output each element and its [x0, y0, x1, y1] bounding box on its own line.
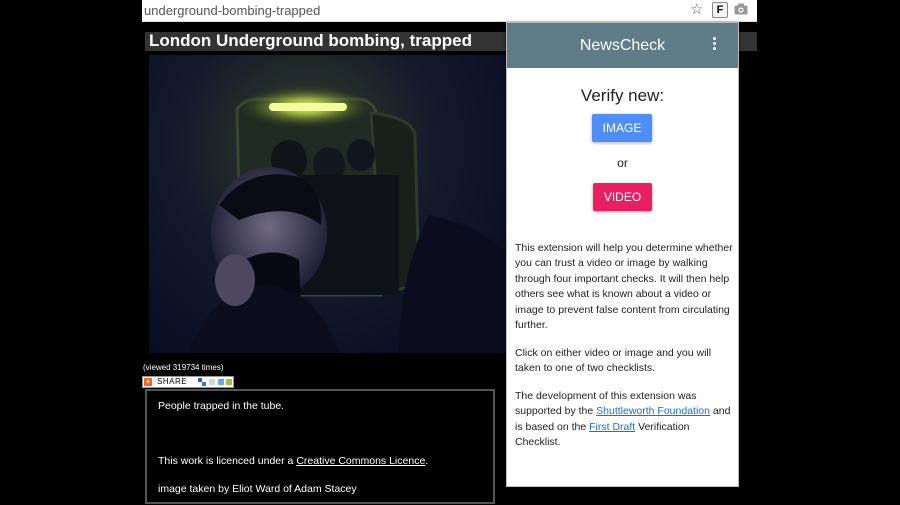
description-caption: People trapped in the tube.	[158, 400, 285, 412]
newscheck-extension-icon[interactable]: F	[712, 2, 728, 18]
camera-icon[interactable]	[734, 3, 748, 15]
or-label: or	[617, 156, 628, 170]
photo-credit: image taken by Eliot Ward of Adam Stacey	[158, 483, 357, 495]
licence-prefix: This work is licenced under a	[158, 455, 297, 467]
bookmark-star-icon[interactable]: ☆	[690, 1, 703, 19]
newscheck-popup: NewsCheck Verify new: IMAGE or VIDEO Thi…	[506, 22, 739, 487]
image-button[interactable]: IMAGE	[592, 114, 652, 142]
popup-header: NewsCheck	[507, 23, 738, 68]
licence-line: This work is licenced under a Creative C…	[158, 455, 428, 467]
creative-commons-link[interactable]: Creative Commons Licence	[296, 455, 425, 467]
photo	[149, 55, 509, 353]
popup-title: NewsCheck	[579, 37, 666, 54]
verify-label: Verify new:	[580, 86, 665, 105]
share-widget[interactable]: + SHARE	[142, 376, 234, 388]
right-letterbox	[757, 0, 900, 505]
credits-paragraph: The development of this extension was su…	[515, 389, 733, 451]
photo-scene	[189, 85, 509, 353]
left-letterbox	[0, 0, 142, 505]
shuttleworth-link[interactable]: Shuttleworth Foundation	[596, 405, 710, 417]
share-label[interactable]: SHARE	[157, 377, 187, 387]
intro-paragraph: This extension will help you determine w…	[515, 242, 733, 332]
first-draft-link[interactable]: First Draft	[589, 421, 635, 433]
checklist-paragraph: Click on either video or image and you w…	[515, 347, 712, 375]
view-count: (viewed 319734 times)	[143, 363, 224, 372]
description-box: People trapped in the tube. This work is…	[145, 389, 495, 504]
video-button[interactable]: VIDEO	[593, 183, 652, 211]
social-icons[interactable]	[198, 378, 232, 386]
address-text[interactable]: underground-bombing-trapped	[144, 3, 320, 18]
licence-suffix: .	[425, 455, 429, 467]
address-bar[interactable]: underground-bombing-trapped ☆ F	[142, 0, 757, 22]
page-title: London Underground bombing, trapped	[149, 31, 472, 50]
more-menu-icon[interactable]	[709, 37, 719, 53]
share-plus-icon: +	[144, 377, 152, 386]
